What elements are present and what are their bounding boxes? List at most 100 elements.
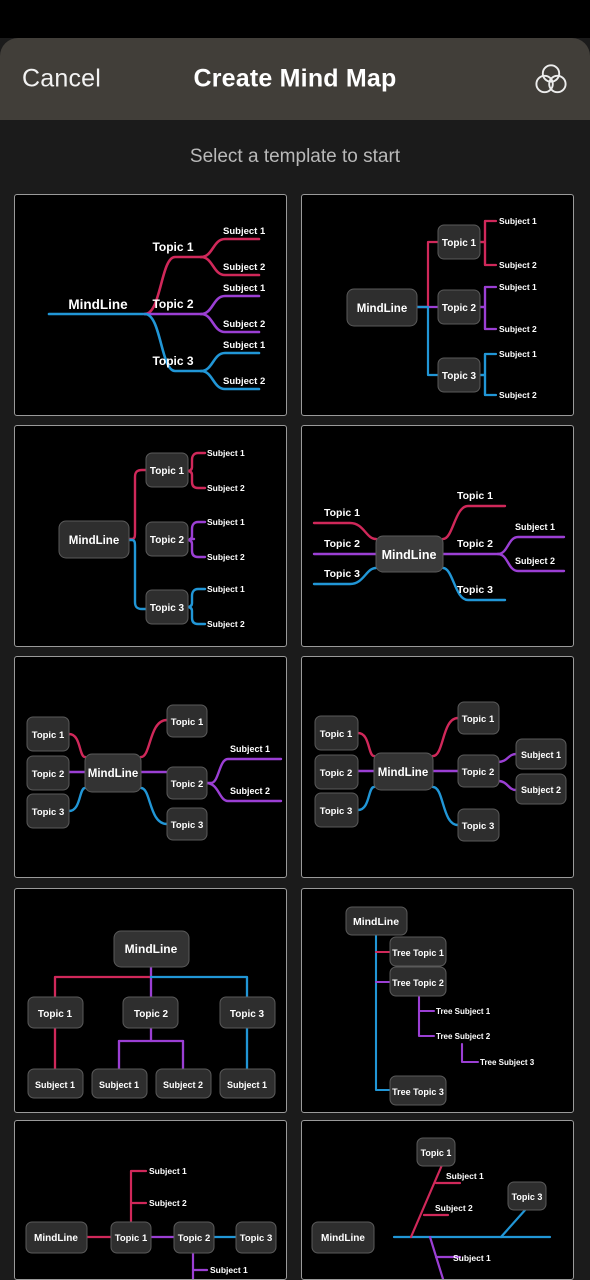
node-topic-3: Topic 3 (230, 1009, 265, 1020)
node-subject: Subject 1 (35, 1080, 75, 1090)
node-subject: Subject 1 (207, 517, 245, 527)
node-subject: Subject 1 (446, 1171, 484, 1181)
node-topic-2-right: Topic 2 (457, 538, 493, 550)
node-root: MindLine (88, 768, 138, 780)
node-subject: Subject 2 (207, 619, 245, 629)
node-topic-1-left: Topic 1 (32, 730, 65, 741)
node-subject: Subject 1 (207, 584, 245, 594)
node-topic-1: Topic 1 (442, 238, 477, 249)
node-topic-2-right: Topic 2 (462, 767, 495, 778)
node-root: MindLine (68, 297, 128, 312)
node-topic-2-left: Topic 2 (324, 538, 360, 550)
node-topic-1: Topic 1 (38, 1009, 73, 1020)
node-topic-3-right: Topic 3 (171, 820, 204, 831)
node-root: MindLine (357, 303, 407, 315)
node-subject: Subject 1 (515, 522, 555, 532)
node-topic-2: Topic 2 (134, 1009, 169, 1020)
node-tree-topic-2: Tree Topic 2 (392, 978, 444, 988)
node-subject: Subject 1 (99, 1080, 139, 1090)
node-tree-topic-3: Tree Topic 3 (392, 1087, 444, 1097)
template-card-tree-outline[interactable]: MindLine Tree Topic 1 Tree Topic 2 Tree … (301, 888, 574, 1113)
node-subject: Subject 1 (499, 282, 537, 292)
node-subject: Subject 1 (499, 216, 537, 226)
node-tree-subject-1: Tree Subject 1 (436, 1007, 491, 1016)
node-topic-3: Topic 3 (512, 1192, 543, 1202)
page-title: Create Mind Map (193, 64, 397, 93)
node-subject: Subject 1 (223, 340, 266, 351)
node-subject: Subject 1 (499, 349, 537, 359)
node-topic-2: Topic 2 (150, 535, 185, 546)
node-subject: Subject 2 (223, 319, 265, 330)
node-tree-topic-1: Tree Topic 1 (392, 948, 444, 958)
modal-header-sheet: Cancel Create Mind Map (0, 38, 590, 120)
node-topic-1-right: Topic 1 (171, 717, 204, 728)
node-subject: Subject 2 (163, 1080, 203, 1090)
node-topic-3-left: Topic 3 (324, 568, 360, 580)
node-topic-1: Topic 1 (421, 1148, 452, 1158)
template-card-right-bracket-boxed[interactable]: MindLine Topic 1 Topic 2 Topic 3 Subject… (14, 425, 287, 647)
node-subject: Subject 1 (149, 1166, 187, 1176)
node-subject: Subject 2 (435, 1203, 473, 1213)
node-subject: Subject 1 (230, 744, 270, 754)
template-card-right-flow-curved[interactable]: MindLine Topic 1 Topic 2 Topic 3 Subject… (14, 194, 287, 416)
template-card-horizontal-timeline[interactable]: MindLine Topic 1 Topic 2 Topic 3 Subject… (14, 1120, 287, 1280)
node-subject: Subject 2 (223, 262, 265, 273)
template-instruction-text: Select a template to start (0, 120, 590, 194)
node-subject: Subject 2 (207, 552, 245, 562)
node-topic-3-right: Topic 3 (457, 584, 493, 596)
node-topic-2: Topic 2 (442, 303, 477, 314)
node-topic-3: Topic 3 (240, 1233, 273, 1244)
node-subject: Subject 2 (223, 376, 265, 387)
template-card-bidirectional-flow-curved[interactable]: MindLine Topic 1 Topic 2 Topic 3 Topic 1… (301, 425, 574, 647)
node-topic-1: Topic 1 (150, 466, 185, 477)
node-subject: Subject 1 (210, 1265, 248, 1275)
node-subject: Subject 1 (227, 1080, 267, 1090)
node-topic-3-left: Topic 3 (320, 806, 353, 817)
node-topic-2-right: Topic 2 (171, 779, 204, 790)
node-subject: Subject 1 (453, 1253, 491, 1263)
node-root: MindLine (69, 535, 119, 547)
node-subject: Subject 1 (223, 226, 266, 237)
venn-circles-icon[interactable] (530, 58, 572, 100)
node-tree-subject-2: Tree Subject 2 (436, 1032, 491, 1041)
node-root: MindLine (382, 548, 437, 562)
node-subject: Subject 2 (207, 483, 245, 493)
node-topic-2: Topic 2 (178, 1233, 211, 1244)
node-tree-subject-3: Tree Subject 3 (480, 1058, 535, 1067)
template-card-bidirectional-all-boxed[interactable]: Topic 1 Topic 2 Topic 3 MindLine Topic 1… (301, 656, 574, 878)
node-topic-2-left: Topic 2 (32, 769, 65, 780)
template-card-fishbone[interactable]: MindLine Topic 1 Topic 3 Subject 1 Subje… (301, 1120, 574, 1280)
create-mind-map-screen: Cancel Create Mind Map Select a template… (0, 0, 590, 1280)
node-topic-3-right: Topic 3 (462, 821, 495, 832)
node-root: MindLine (321, 1233, 365, 1244)
node-subject: Subject 2 (149, 1198, 187, 1208)
node-root: MindLine (378, 767, 428, 779)
node-topic-1-right: Topic 1 (462, 714, 495, 725)
node-root: MindLine (34, 1233, 78, 1244)
template-card-vertical-org-chart[interactable]: MindLine Topic 1 Topic 2 Topic 3 Subject… (14, 888, 287, 1113)
node-subject: Subject 2 (515, 556, 555, 566)
node-topic-2: Topic 2 (152, 297, 193, 311)
node-subject: Subject 1 (207, 448, 245, 458)
status-bar-gap (0, 0, 590, 38)
node-topic-1-left: Topic 1 (320, 729, 353, 740)
template-card-right-orthogonal-boxed[interactable]: MindLine Topic 1 Topic 2 Topic 3 Subject… (301, 194, 574, 416)
node-topic-2-left: Topic 2 (320, 768, 353, 779)
node-topic-1-left: Topic 1 (324, 507, 360, 519)
node-topic-3: Topic 3 (152, 354, 193, 368)
node-subject: Subject 2 (230, 786, 270, 796)
node-topic-1-right: Topic 1 (457, 490, 493, 502)
node-root: MindLine (125, 942, 178, 956)
node-topic-3: Topic 3 (442, 371, 477, 382)
node-topic-3: Topic 3 (150, 603, 185, 614)
node-subject: Subject 1 (223, 283, 266, 294)
node-subject: Subject 2 (499, 390, 537, 400)
node-topic-3-left: Topic 3 (32, 807, 65, 818)
node-subject: Subject 2 (499, 324, 537, 334)
template-card-bidirectional-boxed-topics[interactable]: Topic 1 Topic 2 Topic 3 MindLine Topic 1… (14, 656, 287, 878)
template-grid: MindLine Topic 1 Topic 2 Topic 3 Subject… (0, 194, 590, 1280)
node-subject: Subject 1 (521, 750, 561, 760)
node-root: MindLine (353, 916, 399, 928)
node-topic-1: Topic 1 (152, 240, 193, 254)
node-subject: Subject 2 (521, 785, 561, 795)
